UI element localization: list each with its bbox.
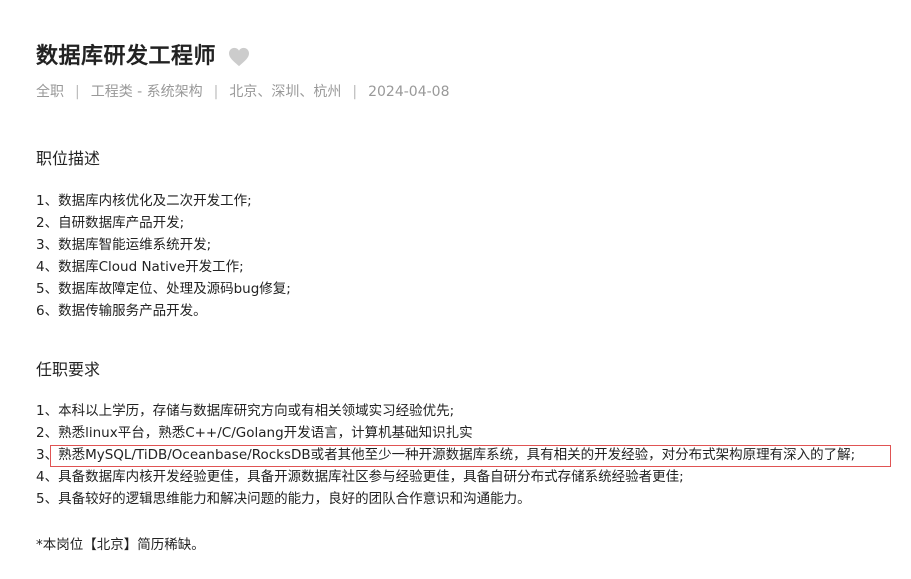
description-heading: 职位描述 <box>36 149 101 168</box>
requirements-heading: 任职要求 <box>36 360 101 379</box>
job-meta-row: 全职 | 工程类 - 系统架构 | 北京、深圳、杭州 | 2024-04-08 <box>36 82 896 102</box>
list-item: 2、熟悉linux平台，熟悉C++/C/Golang开发语言，计算机基础知识扎实 <box>36 425 473 441</box>
meta-separator: | <box>352 84 358 100</box>
list-item: 5、数据库故障定位、处理及源码bug修复; <box>36 281 291 297</box>
heart-icon[interactable] <box>228 47 250 67</box>
list-item: 4、数据库Cloud Native开发工作; <box>36 259 244 275</box>
list-item: 2、自研数据库产品开发; <box>36 215 185 231</box>
job-title: 数据库研发工程师 <box>36 44 217 69</box>
meta-locations: 北京、深圳、杭州 <box>229 84 342 100</box>
meta-separator: | <box>213 84 219 100</box>
meta-employment-type: 全职 <box>36 84 64 100</box>
list-item: 6、数据传输服务产品开发。 <box>36 303 207 319</box>
job-detail-page: 数据库研发工程师 全职 | 工程类 - 系统架构 | 北京、深圳、杭州 | 20… <box>36 40 896 553</box>
list-item: 4、具备数据库内核开发经验更佳，具备开源数据库社区参与经验更佳，具备自研分布式存… <box>36 469 684 485</box>
meta-date: 2024-04-08 <box>368 84 450 100</box>
meta-separator: | <box>75 84 80 100</box>
list-item: 1、本科以上学历，存储与数据库研究方向或有相关领域实习经验优先; <box>36 403 455 419</box>
list-item: 1、数据库内核优化及二次开发工作; <box>36 193 252 209</box>
description-list: 1、数据库内核优化及二次开发工作; 2、自研数据库产品开发; 3、数据库智能运维… <box>36 190 291 322</box>
meta-category: 工程类 - 系统架构 <box>90 84 203 100</box>
requirements-list: 1、本科以上学历，存储与数据库研究方向或有相关领域实习经验优先; 2、熟悉lin… <box>36 400 891 510</box>
list-item: 5、具备较好的逻辑思维能力和解决问题的能力，良好的团队合作意识和沟通能力。 <box>36 491 531 507</box>
list-item: 3、数据库智能运维系统开发; <box>36 237 212 253</box>
list-item: 3、熟悉MySQL/TiDB/Oceanbase/RocksDB或者其他至少一种… <box>36 447 856 463</box>
location-note: *本岗位【北京】简历稀缺。 <box>36 537 205 553</box>
title-row: 数据库研发工程师 <box>36 40 896 74</box>
